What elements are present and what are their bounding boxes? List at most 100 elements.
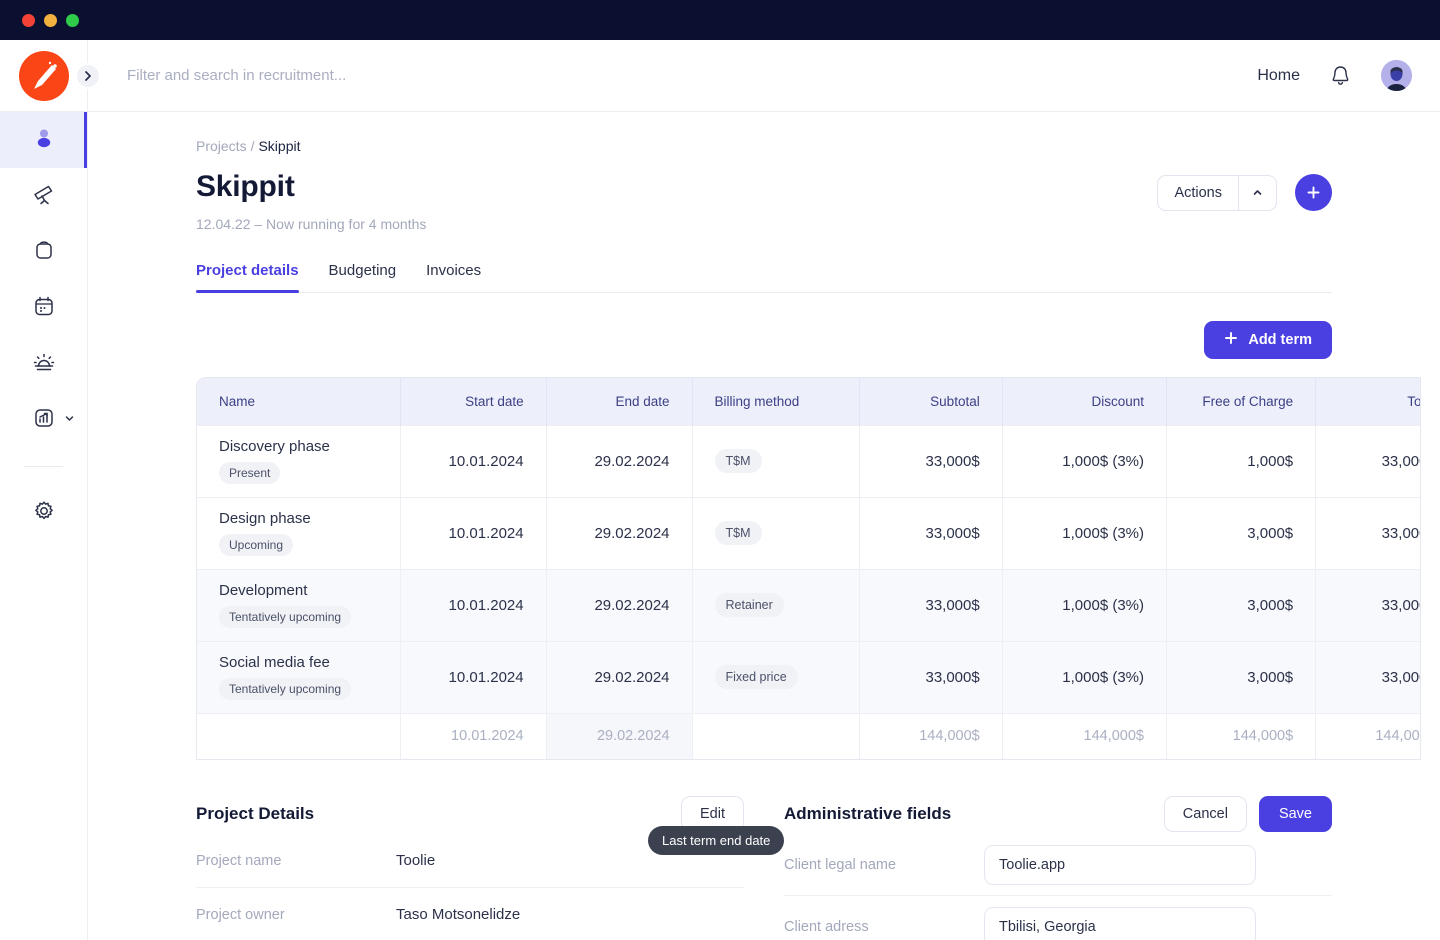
col-subtotal[interactable]: Subtotal: [860, 378, 1003, 425]
title-row: Skippit 12.04.22 – Now running for 4 mon…: [196, 170, 1332, 232]
sidebar-item-projects[interactable]: [0, 224, 87, 280]
col-discount[interactable]: Discount: [1002, 378, 1166, 425]
sidebar-expand-button[interactable]: [75, 63, 101, 89]
page-actions: Actions: [1157, 174, 1332, 211]
terms-table-wrapper: Name Start date End date Billing method …: [196, 377, 1421, 760]
add-button[interactable]: [1295, 174, 1332, 211]
sidebar-item-discover[interactable]: [0, 168, 87, 224]
col-billing-method[interactable]: Billing method: [692, 378, 860, 425]
cell-end-date: 29.02.2024: [546, 641, 692, 713]
client-legal-name-input[interactable]: [984, 845, 1256, 885]
breadcrumb-separator: /: [251, 138, 255, 154]
cell-start-date: 10.01.2024: [400, 569, 546, 641]
cell-subtotal: 33,000$: [860, 497, 1003, 569]
sidebar-item-calendar[interactable]: [0, 280, 87, 336]
cell-billing-method: Retainer: [692, 569, 860, 641]
summary-billing-method: [692, 713, 860, 759]
plus-icon: [1224, 331, 1238, 349]
person-icon: [31, 125, 57, 156]
sidebar-item-people[interactable]: [0, 112, 87, 168]
home-link[interactable]: Home: [1257, 67, 1300, 85]
col-total[interactable]: Total: [1316, 378, 1421, 425]
col-end-date[interactable]: End date: [546, 378, 692, 425]
status-badge: Upcoming: [219, 534, 293, 556]
table-row[interactable]: Design phase Upcoming 10.01.2024 29.02.2…: [197, 497, 1421, 569]
cell-discount: 1,000$ (3%): [1002, 497, 1166, 569]
cell-name: Design phase Upcoming: [197, 497, 400, 569]
table-head: Name Start date End date Billing method …: [197, 378, 1421, 425]
cell-start-date: 10.01.2024: [400, 641, 546, 713]
search-wrapper: [101, 67, 1257, 85]
cancel-button[interactable]: Cancel: [1164, 796, 1247, 832]
field-value: Taso Motsonelidze: [396, 906, 520, 923]
search-input[interactable]: [127, 67, 587, 84]
cell-total: 33,000$: [1316, 569, 1421, 641]
cell-free-of-charge: 3,000$: [1167, 641, 1316, 713]
user-avatar[interactable]: [1381, 60, 1412, 91]
project-details-title: Project Details: [196, 804, 314, 824]
tab-invoices[interactable]: Invoices: [426, 262, 481, 292]
save-button[interactable]: Save: [1259, 796, 1332, 832]
cell-total: 33,000$: [1316, 425, 1421, 497]
summary-total: 144,000$: [1316, 713, 1421, 759]
col-free-of-charge[interactable]: Free of Charge: [1167, 378, 1316, 425]
term-name: Social media fee: [219, 654, 378, 671]
cell-free-of-charge: 3,000$: [1167, 569, 1316, 641]
cell-start-date: 10.01.2024: [400, 497, 546, 569]
briefcase-icon: [31, 237, 57, 268]
billing-badge: Retainer: [715, 593, 784, 617]
term-name: Design phase: [219, 510, 378, 527]
add-term-row: Add term: [196, 321, 1332, 359]
client-address-input[interactable]: [984, 907, 1256, 940]
tab-project-details[interactable]: Project details: [196, 262, 299, 292]
add-term-button[interactable]: Add term: [1204, 321, 1332, 359]
cell-end-date: 29.02.2024: [546, 569, 692, 641]
breadcrumb-projects[interactable]: Projects: [196, 138, 247, 154]
cell-name: Discovery phase Present: [197, 425, 400, 497]
tab-budgeting[interactable]: Budgeting: [329, 262, 397, 292]
chevron-down-icon[interactable]: [64, 411, 75, 429]
cell-subtotal: 33,000$: [860, 641, 1003, 713]
table-row[interactable]: Development Tentatively upcoming 10.01.2…: [197, 569, 1421, 641]
cell-billing-method: Fixed price: [692, 641, 860, 713]
cell-discount: 1,000$ (3%): [1002, 569, 1166, 641]
header-actions: Home: [1257, 60, 1440, 91]
table-row[interactable]: Social media fee Tentatively upcoming 10…: [197, 641, 1421, 713]
actions-button[interactable]: Actions: [1157, 175, 1277, 211]
table-summary-row: 10.01.2024 29.02.2024 144,000$ 144,000$ …: [197, 713, 1421, 759]
sidebar-item-timeoff[interactable]: [0, 336, 87, 392]
administrative-header: Administrative fields Cancel Save: [784, 794, 1332, 834]
col-start-date[interactable]: Start date: [400, 378, 546, 425]
sidebar-item-reports[interactable]: [0, 392, 87, 448]
actions-button-label: Actions: [1158, 176, 1238, 210]
col-name[interactable]: Name: [197, 378, 400, 425]
term-name: Development: [219, 582, 378, 599]
notification-bell-icon[interactable]: [1330, 64, 1351, 87]
summary-free-of-charge: 144,000$: [1167, 713, 1316, 759]
cell-billing-method: T$M: [692, 425, 860, 497]
sidebar-item-settings[interactable]: [0, 485, 87, 541]
chevron-up-icon[interactable]: [1238, 176, 1276, 210]
toolie-logo[interactable]: [19, 51, 69, 101]
summary-end-date: 29.02.2024: [546, 713, 692, 759]
status-badge: Present: [219, 462, 280, 484]
cell-end-date: 29.02.2024: [546, 425, 692, 497]
table-row[interactable]: Discovery phase Present 10.01.2024 29.02…: [197, 425, 1421, 497]
cell-name: Social media fee Tentatively upcoming: [197, 641, 400, 713]
field-row-client-address: Client adress: [784, 896, 1332, 940]
window-minimize-button[interactable]: [44, 14, 57, 27]
cell-free-of-charge: 3,000$: [1167, 497, 1316, 569]
app-header: Home: [0, 40, 1440, 112]
term-name: Discovery phase: [219, 438, 378, 455]
sidebar: [0, 112, 88, 940]
billing-badge: T$M: [715, 449, 762, 473]
cell-discount: 1,000$ (3%): [1002, 425, 1166, 497]
field-row-client-legal-name: Client legal name: [784, 834, 1332, 896]
window-close-button[interactable]: [22, 14, 35, 27]
telescope-icon: [31, 181, 57, 212]
title-block: Skippit 12.04.22 – Now running for 4 mon…: [196, 170, 426, 232]
window-maximize-button[interactable]: [66, 14, 79, 27]
breadcrumb: Projects/Skippit: [196, 138, 1332, 154]
table-header-row: Name Start date End date Billing method …: [197, 378, 1421, 425]
main-inner: Projects/Skippit Skippit 12.04.22 – Now …: [88, 138, 1440, 940]
